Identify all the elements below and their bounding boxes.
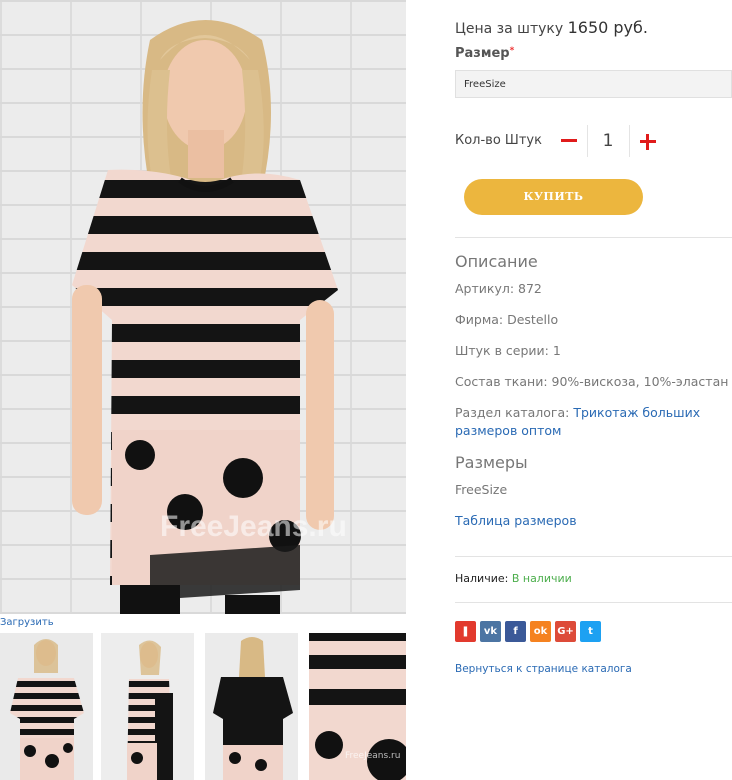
divider [455, 237, 732, 238]
size-select[interactable]: FreeSize [455, 70, 732, 98]
sizes-value: FreeSize [455, 482, 508, 497]
minus-icon[interactable] [561, 133, 577, 149]
thumbnail-3[interactable] [205, 633, 298, 780]
availability-label: Наличие: [455, 572, 509, 585]
twitter-icon[interactable]: t [580, 621, 601, 642]
size-table-link[interactable]: Таблица размеров [455, 513, 577, 528]
price-label: Цена за штуку [455, 21, 564, 37]
thumbnail-strip: FreeJeans.ru [0, 633, 406, 780]
bookmark-icon[interactable]: ❚ [455, 621, 476, 642]
thumb-watermark: FreeJeans.ru [345, 751, 401, 761]
catalog-section: Раздел каталога: Трикотаж больших размер… [455, 404, 732, 440]
plus-icon[interactable] [640, 134, 656, 150]
availability: Наличие: В наличии [455, 572, 572, 585]
availability-status: В наличии [511, 572, 572, 585]
fabric-text: Состав ткани: 90%-вискоза, 10%-эластан [455, 374, 729, 389]
load-photo-link[interactable]: Загрузить [0, 617, 54, 628]
thumbnail-4[interactable]: FreeJeans.ru [309, 633, 406, 780]
vk-icon[interactable]: vk [480, 621, 501, 642]
catalog-label: Раздел каталога: [455, 405, 570, 420]
watermark: FreeJeans.ru [160, 510, 347, 543]
thumbnail-1[interactable] [0, 633, 93, 780]
series-text: Штук в серии: 1 [455, 343, 561, 358]
article-text: Артикул: 872 [455, 281, 542, 296]
odnoklassniki-icon[interactable]: ok [530, 621, 551, 642]
google-plus-icon[interactable]: G+ [555, 621, 576, 642]
size-label: Размер* [455, 46, 514, 61]
description-title: Описание [455, 252, 538, 271]
back-to-catalog-link[interactable]: Вернуться к странице каталога [455, 663, 632, 675]
divider [587, 125, 588, 157]
thumbnail-2[interactable] [101, 633, 194, 780]
price-line: Цена за штуку 1650 руб. [455, 18, 648, 37]
divider [455, 602, 732, 603]
quantity-label: Кол-во Штук [455, 133, 542, 148]
brand-text: Фирма: Destello [455, 312, 559, 327]
divider [629, 125, 630, 157]
main-product-photo[interactable]: FreeJeans.ru [0, 0, 406, 614]
divider [455, 556, 732, 557]
buy-button[interactable]: КУПИТЬ [464, 179, 643, 215]
facebook-icon[interactable]: f [505, 621, 526, 642]
price-value: 1650 руб. [567, 18, 648, 37]
size-label-text: Размер [455, 46, 510, 61]
sizes-title: Размеры [455, 453, 528, 472]
required-mark: * [509, 46, 515, 56]
quantity-input[interactable]: 1 [593, 131, 623, 151]
